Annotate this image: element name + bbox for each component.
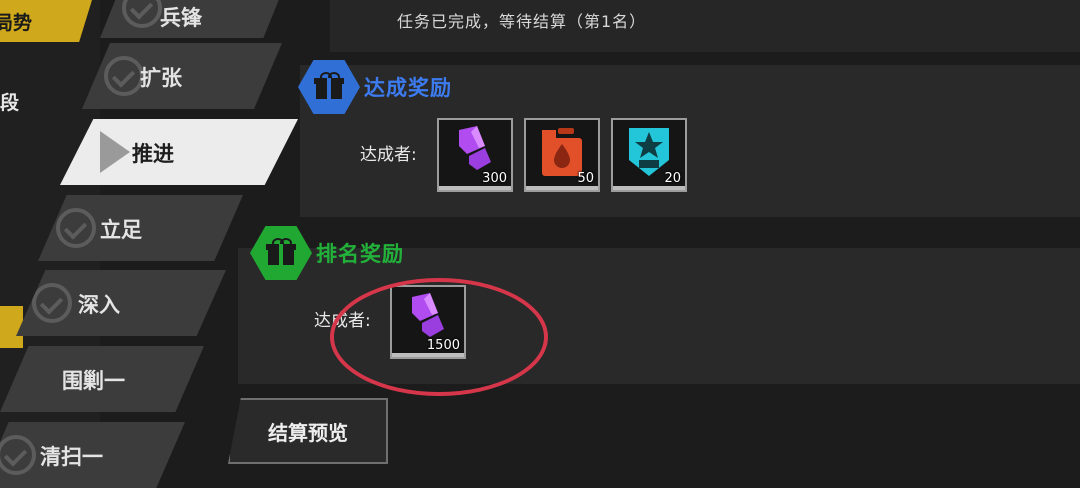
check-icon [0, 435, 36, 475]
stage-tab-5[interactable]: 围剿一 [0, 346, 204, 412]
achievement-reward-title: 达成奖励 [364, 76, 452, 100]
current-stage-arrow-icon [100, 131, 130, 173]
stage-tab-1[interactable]: 扩张 [82, 43, 282, 109]
reward-item-fuel[interactable]: 50 [524, 118, 600, 192]
stage-label: 围剿一 [62, 369, 125, 393]
stage-label: 立足 [100, 218, 142, 242]
stage-label: 清扫一 [40, 445, 103, 469]
check-icon [104, 56, 144, 96]
stage-tab-2[interactable]: 推进 [60, 119, 298, 185]
item-count: 50 [577, 171, 594, 186]
reward-item-crystal[interactable]: 300 [437, 118, 513, 192]
achiever-label: 达成者: [360, 145, 417, 165]
ranking-reward-title: 排名奖励 [316, 242, 404, 266]
rail-partial-label: 段 [0, 92, 20, 114]
settlement-preview-button[interactable]: 结算预览 [228, 398, 388, 464]
item-count: 300 [482, 171, 507, 186]
stage-label: 兵锋 [160, 6, 202, 30]
reward-item-badge[interactable]: 20 [611, 118, 687, 192]
stage-label: 推进 [132, 142, 174, 166]
check-icon [56, 208, 96, 248]
item-count: 20 [664, 171, 681, 186]
stage-label: 深入 [78, 293, 120, 317]
tab-situation-label: 局势 [0, 11, 33, 34]
rail-selection-marker [0, 306, 23, 348]
stage-tab-3[interactable]: 立足 [38, 195, 243, 261]
check-icon [32, 283, 72, 323]
check-icon [122, 0, 162, 28]
stage-tab-4[interactable]: 深入 [16, 270, 226, 336]
highlight-circle-annotation [330, 278, 548, 396]
stage-tab-6[interactable]: 清扫一 [0, 422, 185, 488]
task-status-text: 任务已完成，等待结算（第1名） [397, 12, 647, 31]
stage-tab-0[interactable]: 兵锋 [100, 0, 290, 38]
tab-situation[interactable]: 局势 [0, 0, 92, 42]
stage-label: 扩张 [140, 66, 182, 90]
